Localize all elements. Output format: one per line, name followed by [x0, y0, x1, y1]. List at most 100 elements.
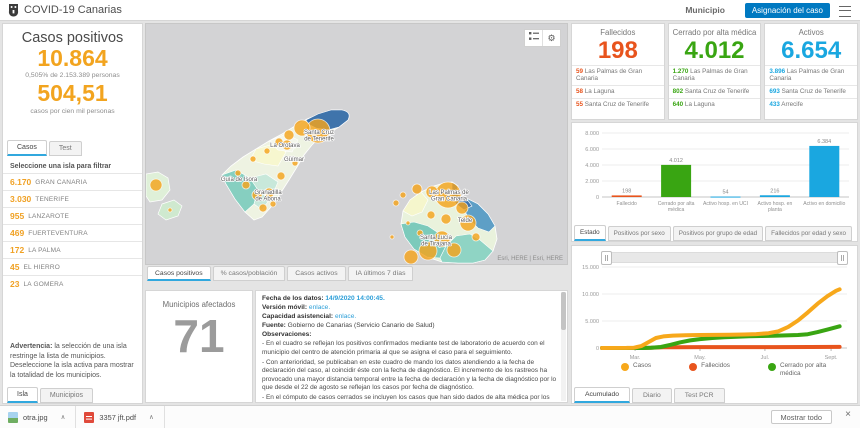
- image-file-icon: [8, 411, 18, 423]
- stat-card-row[interactable]: 693 Santa Cruz de Tenerife: [765, 85, 858, 98]
- map-tab-%-casos-población[interactable]: % casos/población: [212, 266, 286, 281]
- bar-tab-positivos-por-grupo-de-edad[interactable]: Positivos por grupo de edad: [672, 226, 764, 241]
- case-bubble[interactable]: [440, 213, 452, 225]
- case-bubble[interactable]: [411, 183, 423, 195]
- menu-icon[interactable]: [839, 6, 851, 17]
- legend-item-fallecidos[interactable]: Fallecidos: [689, 362, 730, 378]
- stat-row-label: Santa Cruz de Tenerife: [583, 101, 650, 109]
- case-bubble[interactable]: [455, 201, 469, 215]
- bar-tab-fallecidos-por-edad-y-sexo[interactable]: Fallecidos por edad y sexo: [765, 226, 853, 241]
- island-row-el-hierro[interactable]: 45 EL HIERRO: [3, 258, 142, 275]
- svg-text:6.000: 6.000: [585, 147, 599, 153]
- show-all-downloads-button[interactable]: Mostrar todo: [770, 410, 832, 424]
- case-bubble[interactable]: [149, 178, 163, 192]
- island-row-gran-canaria[interactable]: 6.170 GRAN CANARIA: [3, 173, 142, 190]
- stat-card-row[interactable]: 3.896 Las Palmas de Gran Canaria: [765, 64, 858, 86]
- stat-card-row[interactable]: 433 Arrecife: [765, 98, 858, 111]
- map-tab-casos-activos[interactable]: Casos activos: [287, 266, 346, 281]
- tab-municipios[interactable]: Municipios: [39, 388, 93, 403]
- info-label: Observaciones:: [262, 330, 312, 338]
- case-bubble[interactable]: [258, 203, 268, 213]
- island-name: LA PALMA: [28, 246, 61, 254]
- cases-test-tabs: Casos Test: [7, 140, 82, 156]
- case-bubble[interactable]: [405, 220, 411, 226]
- legend-item-casos[interactable]: Casos: [621, 362, 651, 378]
- case-bubble[interactable]: [263, 147, 271, 155]
- case-bubble[interactable]: [249, 155, 257, 163]
- legend-dot: [621, 363, 630, 371]
- stat-card-row[interactable]: 59 Las Palmas de Gran Canaria: [572, 64, 664, 86]
- map-place-label: Gran Canaria: [431, 197, 468, 203]
- stat-card-row[interactable]: 802 Santa Cruz de Tenerife: [668, 85, 761, 98]
- tab-test[interactable]: Test: [48, 141, 82, 156]
- case-bubble[interactable]: [167, 207, 173, 213]
- bar-tab-estado[interactable]: Estado: [574, 225, 606, 241]
- svg-text:15.000: 15.000: [582, 265, 599, 271]
- settings-gear-icon[interactable]: ⚙: [542, 30, 560, 46]
- island-name: GRAN CANARIA: [35, 178, 88, 186]
- warning-bold: Advertencia:: [10, 343, 53, 351]
- line-tab-diario[interactable]: Diario: [632, 388, 672, 403]
- stat-row-count: 433: [769, 101, 780, 109]
- stat-card-title: Cerrado por alta médica: [672, 28, 757, 37]
- case-bubble[interactable]: [426, 210, 436, 220]
- map[interactable]: Santa Cruz de Tenerife La Orotava Güímar Guí…: [145, 23, 568, 265]
- download-item[interactable]: otra.jpg ∧: [0, 406, 77, 428]
- line-tab-test-pcr[interactable]: Test PCR: [673, 388, 725, 403]
- bar-Activo en domicilio[interactable]: [809, 145, 840, 197]
- case-bubble[interactable]: [283, 129, 295, 141]
- affected-municipalities-value: 71: [173, 310, 225, 362]
- stat-row-label: La Laguna: [583, 88, 615, 96]
- map-canvas[interactable]: Santa Cruzde Tenerife La Orotava Güímar Guí…: [146, 24, 567, 264]
- case-bubble[interactable]: [392, 199, 400, 207]
- island-row-tenerife[interactable]: 3.030 TENERIFE: [3, 190, 142, 207]
- incidence-rate-caption: casos por cien mil personas: [30, 107, 115, 115]
- chevron-up-icon[interactable]: ∧: [149, 413, 154, 421]
- island-row-lanzarote[interactable]: 955 LANZAROTE: [3, 207, 142, 224]
- case-bubble[interactable]: [403, 249, 419, 264]
- island-count: 172: [10, 245, 25, 255]
- bar-Activo hosp. en planta[interactable]: [759, 195, 790, 197]
- scrollbar[interactable]: [561, 292, 566, 401]
- info-link[interactable]: enlace.: [309, 304, 330, 311]
- case-bubble[interactable]: [471, 232, 481, 242]
- bar-Cerrado por alta médica[interactable]: [661, 164, 692, 197]
- line-tab-acumulado[interactable]: Acumulado: [574, 387, 631, 403]
- case-bubble[interactable]: [276, 171, 286, 181]
- scrollbar-thumb[interactable]: [561, 292, 566, 330]
- assign-case-button[interactable]: Asignación del caso: [744, 3, 830, 18]
- island-row-la-palma[interactable]: 172 LA PALMA: [3, 241, 142, 258]
- legend-label: Fallecidos: [701, 362, 730, 369]
- stat-card-value: 6.654: [781, 37, 842, 64]
- close-downloads-icon[interactable]: ×: [845, 409, 851, 420]
- map-place-label: La Orotava: [270, 143, 300, 149]
- bar-Fallecido[interactable]: [611, 195, 642, 197]
- map-place-label: de Tenerife: [304, 137, 334, 143]
- island-row-fuerteventura[interactable]: 469 FUERTEVENTURA: [3, 224, 142, 241]
- bar-Activo hosp. en UCI[interactable]: [710, 196, 741, 198]
- map-tab-casos-positivos[interactable]: Casos positivos: [147, 266, 211, 281]
- stat-card-row[interactable]: 640 La Laguna: [668, 98, 761, 111]
- case-bubble[interactable]: [399, 191, 407, 199]
- map-place-label: de Tirajana: [421, 242, 451, 248]
- island-list: 6.170 GRAN CANARIA 3.030 TENERIFE 955 LANZARO…: [3, 173, 142, 292]
- legend-item-cerrado-por-alta-médica[interactable]: Cerrado por alta médica: [767, 362, 832, 378]
- info-link[interactable]: enlace.: [335, 313, 356, 320]
- case-bubble[interactable]: [389, 234, 395, 240]
- positive-cases-panel: Casos positivos 10.864 0,505% de 2.153.3…: [2, 23, 143, 404]
- stat-card-row[interactable]: 1.270 Las Palmas de Gran Canaria: [668, 64, 761, 86]
- bar-tab-positivos-por-sexo[interactable]: Positivos por sexo: [607, 226, 671, 241]
- legend-icon[interactable]: [525, 30, 542, 46]
- stat-card-row[interactable]: 58 La Laguna: [572, 85, 664, 98]
- tab-isla[interactable]: Isla: [7, 387, 38, 403]
- download-item[interactable]: 3357 jft.pdf ∧: [76, 406, 165, 428]
- case-bubble[interactable]: [234, 169, 242, 177]
- tab-casos[interactable]: Casos: [7, 140, 47, 156]
- series-cerrado-por-alta-médica[interactable]: [600, 324, 842, 350]
- stat-card-row[interactable]: 55 Santa Cruz de Tenerife: [572, 98, 664, 111]
- island-row-la-gomera[interactable]: 23 LA GOMERA: [3, 275, 142, 292]
- map-tab-ia-últimos-7-días[interactable]: IA últimos 7 días: [347, 266, 414, 281]
- bar-chart-tabs: Estado Positivos por sexo Positivos por gr…: [574, 225, 853, 241]
- chevron-up-icon[interactable]: ∧: [61, 413, 66, 421]
- municipio-label: Municipio: [685, 5, 725, 15]
